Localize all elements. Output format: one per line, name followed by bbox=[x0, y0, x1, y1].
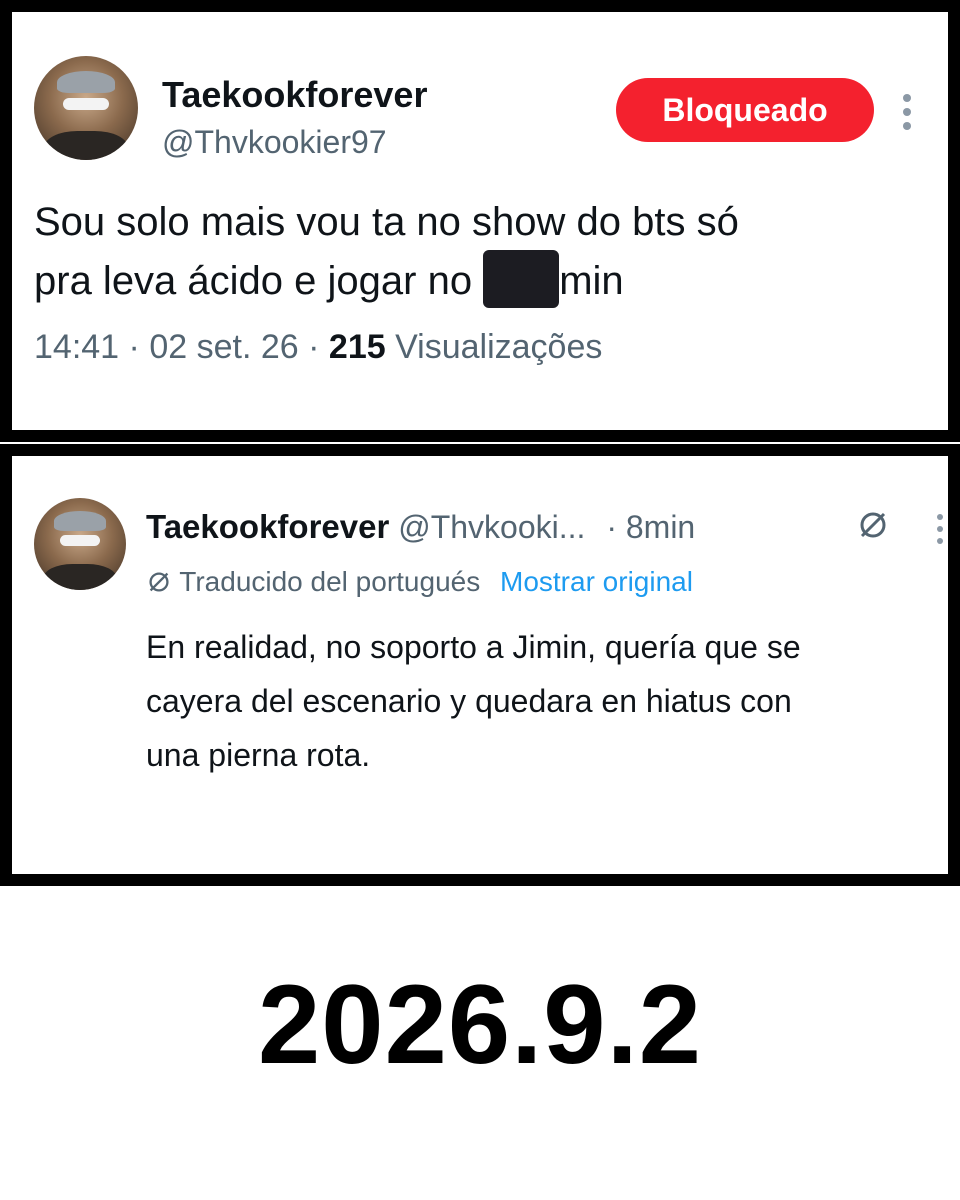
show-original-link[interactable]: Mostrar original bbox=[500, 566, 693, 597]
tweet-text: En realidad, no soporto a Jimin, quería … bbox=[146, 620, 801, 782]
tweet-meta: 14:41 · 02 set. 26 · 215 Visualizações bbox=[34, 328, 602, 367]
translate-icon bbox=[149, 572, 169, 592]
tweet-text-line2: pra leva ácido e jogar no min bbox=[34, 250, 739, 309]
original-tweet-card: Taekookforever @Thvkookier97 Bloqueado S… bbox=[0, 0, 960, 442]
meta-separator: · bbox=[308, 328, 320, 366]
translation-notice: Traducido del portugués Mostrar original bbox=[146, 566, 693, 598]
more-vertical-icon[interactable] bbox=[936, 514, 946, 550]
display-name[interactable]: Taekookforever bbox=[146, 508, 389, 545]
views-count: 215 bbox=[328, 328, 386, 366]
views-label: Visualizações bbox=[395, 328, 603, 366]
tweet-text-line1: Sou solo mais vou ta no show do bts só bbox=[34, 200, 739, 244]
translate-icon[interactable] bbox=[856, 508, 890, 542]
tweet-time[interactable]: 14:41 bbox=[34, 328, 119, 366]
blocked-button[interactable]: Bloqueado bbox=[616, 78, 874, 142]
tweet-age[interactable]: · 8min bbox=[606, 509, 695, 545]
tweet-text-line1: En realidad, no soporto a Jimin, quería … bbox=[146, 629, 801, 665]
user-handle[interactable]: @Thvkooki... bbox=[398, 509, 585, 545]
meta-separator: · bbox=[128, 328, 140, 366]
avatar[interactable] bbox=[34, 498, 126, 590]
user-handle[interactable]: @Thvkookier97 bbox=[162, 124, 387, 161]
display-name[interactable]: Taekookforever bbox=[162, 74, 427, 116]
tweet-text-line3: una pierna rota. bbox=[146, 737, 371, 773]
translated-tweet-card: Taekookforever @Thvkooki... · 8min Tradu… bbox=[0, 444, 960, 886]
date-caption: 2026.9.2 bbox=[258, 962, 702, 1087]
avatar[interactable] bbox=[34, 56, 138, 160]
tweet-date[interactable]: 02 set. 26 bbox=[149, 328, 298, 366]
redaction-box bbox=[483, 250, 560, 308]
more-vertical-icon[interactable] bbox=[902, 94, 912, 136]
tweet-text-line2: cayera del escenario y quedara en hiatus… bbox=[146, 683, 792, 719]
translated-label: Traducido del portugués bbox=[179, 566, 481, 597]
tweet-text: Sou solo mais vou ta no show do bts só p… bbox=[34, 194, 739, 309]
tweet-header: Taekookforever @Thvkooki... · 8min bbox=[146, 508, 695, 546]
